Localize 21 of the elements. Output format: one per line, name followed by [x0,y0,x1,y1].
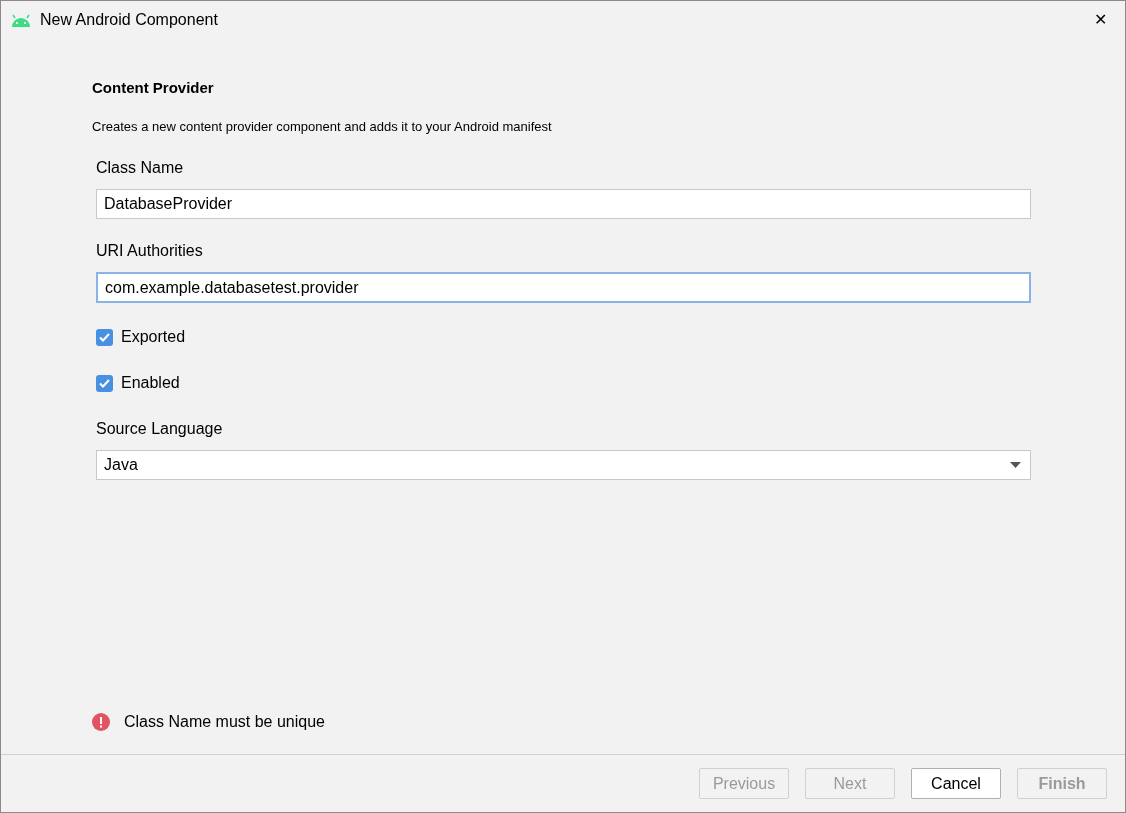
checkbox[interactable] [96,328,113,346]
checkbox-label: Enabled [121,373,180,393]
checkbox[interactable] [96,374,113,392]
dialog-button[interactable]: Cancel [911,768,1001,799]
dropdown-arrow-icon [1010,462,1021,468]
description-text: Creates a new content provider component and adds it to your Android manifest [92,117,553,136]
language-dropdown[interactable]: Java [96,450,1031,480]
field-label: Class Name [96,158,185,178]
checkmark-icon [99,378,110,388]
field-label: Source Language [96,419,224,439]
checkmark-icon [99,332,110,342]
text-input-field[interactable]: DatabaseProvider [96,189,1031,219]
field-label: URI Authorities [96,241,204,261]
window-title: New Android Component [40,10,218,30]
error-icon [92,713,110,731]
text-input-field[interactable]: com.example.databasetest.provider [96,272,1031,303]
close-button[interactable]: ✕ [1090,8,1111,32]
section-heading: Content Provider [92,78,215,98]
android-logo-icon [10,13,32,27]
checkbox-label: Exported [121,327,186,347]
error-message: Class Name must be unique [124,712,325,732]
